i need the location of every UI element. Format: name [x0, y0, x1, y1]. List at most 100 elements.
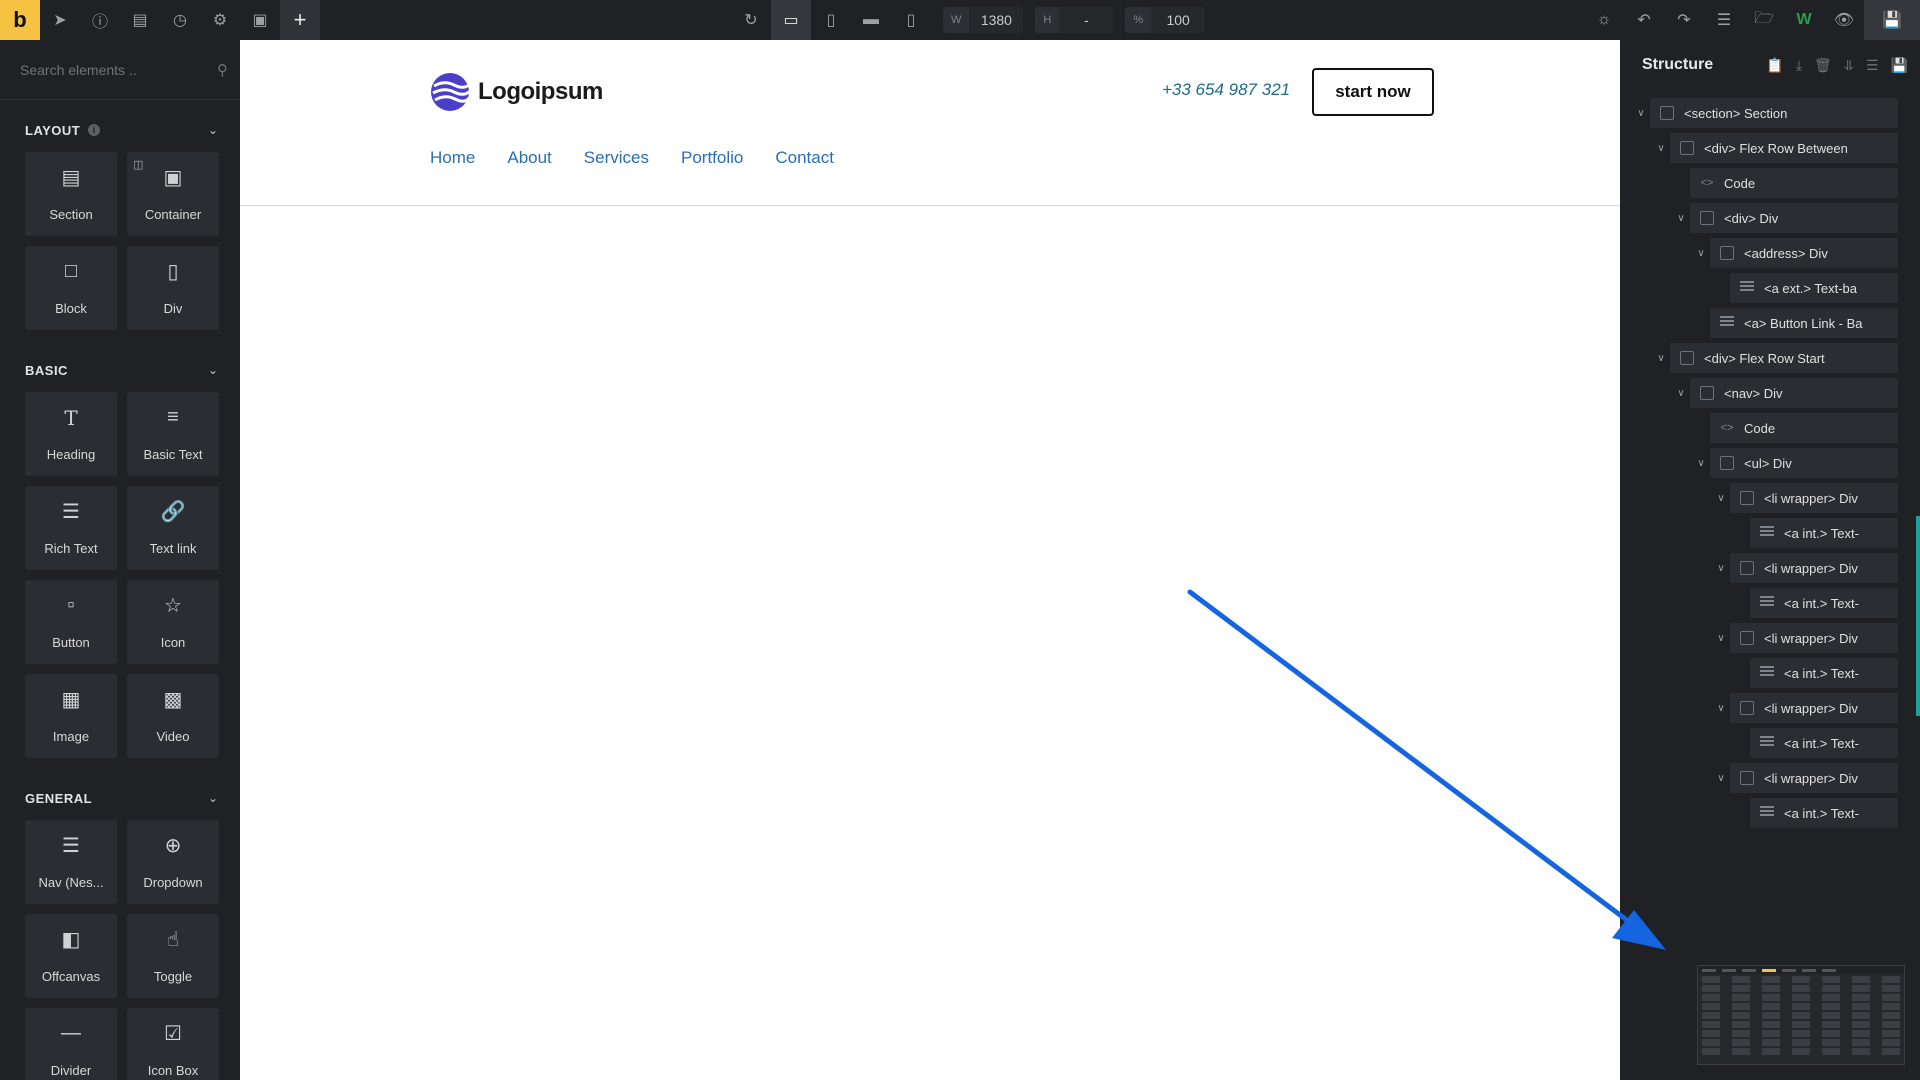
element-section[interactable]: ▤ Section — [25, 152, 117, 236]
element-text-link[interactable]: 🔗 Text link — [127, 486, 219, 570]
structure-node-box[interactable]: <div> Flex Row Between — [1670, 133, 1898, 163]
structure-node-box[interactable]: <> Code — [1690, 168, 1898, 198]
help-icon[interactable]: ⓘ — [80, 0, 120, 40]
structure-node[interactable]: ∨ <li wrapper> Div — [1620, 483, 1920, 513]
zoom-field[interactable]: % 100 — [1125, 7, 1206, 33]
structure-node[interactable]: ∨ <nav> Div — [1620, 378, 1920, 408]
element-rich-text[interactable]: ☰ Rich Text — [25, 486, 117, 570]
structure-node[interactable]: ∨ <li wrapper> Div — [1620, 553, 1920, 583]
builder-logo[interactable]: b — [0, 0, 40, 40]
search-input[interactable] — [20, 61, 200, 78]
group-general-header[interactable]: GENERAL ⌄ — [0, 776, 240, 820]
structure-node[interactable]: ∨ <li wrapper> Div — [1620, 763, 1920, 793]
structure-node[interactable]: <a int.> Text- — [1620, 728, 1920, 758]
structure-node-box[interactable]: <a int.> Text- — [1750, 518, 1898, 548]
save-icon[interactable]: 💾 — [1864, 0, 1920, 40]
nav-link-contact[interactable]: Contact — [775, 148, 834, 168]
clipboard-icon[interactable]: 📋 — [1766, 57, 1783, 74]
structure-node[interactable]: <> Code — [1620, 168, 1920, 198]
preview-eye-icon[interactable]: 👁 — [1824, 0, 1864, 40]
structure-node-box[interactable]: <div> Flex Row Start — [1670, 343, 1898, 373]
folder-icon[interactable]: 🗁 — [1744, 0, 1784, 40]
structure-node[interactable]: <a ext.> Text-ba — [1620, 273, 1920, 303]
nav-link-portfolio[interactable]: Portfolio — [681, 148, 743, 168]
tablet-portrait-icon[interactable]: ▯ — [811, 0, 851, 40]
element-image[interactable]: ▦ Image — [25, 674, 117, 758]
stack-icon[interactable]: ☰ — [1704, 0, 1744, 40]
info-icon[interactable]: i — [88, 124, 101, 136]
phone-link[interactable]: +33 654 987 321 — [1162, 80, 1290, 100]
add-element-button[interactable]: + — [280, 0, 320, 40]
theme-sun-icon[interactable]: ☼ — [1584, 0, 1624, 40]
structure-node[interactable]: ∨ <div> Flex Row Between — [1620, 133, 1920, 163]
css-icon[interactable]: ▣ — [240, 0, 280, 40]
element-icon-box[interactable]: ☑ Icon Box — [127, 1008, 219, 1080]
nav-link-services[interactable]: Services — [584, 148, 649, 168]
structure-node-box[interactable]: <a ext.> Text-ba — [1730, 273, 1898, 303]
chevron-down-icon[interactable]: ∨ — [1712, 703, 1730, 714]
structure-node[interactable]: ∨ <section> Section — [1620, 98, 1920, 128]
element-basic-text[interactable]: ≡ Basic Text — [127, 392, 219, 476]
chevron-down-icon[interactable]: ∨ — [1672, 388, 1690, 399]
chevron-down-icon[interactable]: ∨ — [1712, 493, 1730, 504]
element-block[interactable]: □ Block — [25, 246, 117, 330]
height-field[interactable]: H - — [1035, 7, 1114, 33]
structure-node-box[interactable]: <div> Div — [1690, 203, 1898, 233]
history-icon[interactable]: ◷ — [160, 0, 200, 40]
start-now-button[interactable]: start now — [1312, 68, 1434, 116]
element-heading[interactable]: T Heading — [25, 392, 117, 476]
structure-node-box[interactable]: <li wrapper> Div — [1730, 763, 1898, 793]
chevron-down-icon[interactable]: ⌄ — [208, 363, 218, 377]
chevron-down-icon[interactable]: ∨ — [1632, 108, 1650, 119]
element-container[interactable]: ◫ ▣ Container — [127, 152, 219, 236]
structure-node[interactable]: ∨ <li wrapper> Div — [1620, 693, 1920, 723]
wordpress-icon[interactable]: W — [1784, 0, 1824, 40]
width-value[interactable]: 1380 — [969, 7, 1024, 33]
structure-node-box[interactable]: <a> Button Link - Ba — [1710, 308, 1898, 338]
site-logo[interactable]: Logoipsum — [430, 72, 603, 112]
pointer-icon[interactable]: ➤ — [40, 0, 80, 40]
chevron-down-icon[interactable]: ⌄ — [208, 123, 218, 137]
element-div[interactable]: ▯ Div — [127, 246, 219, 330]
structure-node[interactable]: <a int.> Text- — [1620, 588, 1920, 618]
chevron-down-icon[interactable]: ∨ — [1692, 458, 1710, 469]
settings-gear-icon[interactable]: ⚙ — [200, 0, 240, 40]
element-nav-nestable[interactable]: ☰ Nav (Nes... — [25, 820, 117, 904]
structure-node-box[interactable]: <a int.> Text- — [1750, 588, 1898, 618]
chevron-down-icon[interactable]: ∨ — [1652, 353, 1670, 364]
element-icon[interactable]: ☆ Icon — [127, 580, 219, 664]
pages-icon[interactable]: ▤ — [120, 0, 160, 40]
structure-node[interactable]: <a int.> Text- — [1620, 658, 1920, 688]
expand-icon[interactable]: ⥥ — [1844, 57, 1854, 74]
structure-node-box[interactable]: <li wrapper> Div — [1730, 483, 1898, 513]
chevron-down-icon[interactable]: ⌄ — [208, 791, 218, 805]
structure-node[interactable]: <a> Button Link - Ba — [1620, 308, 1920, 338]
element-dropdown[interactable]: ⊕ Dropdown — [127, 820, 219, 904]
chevron-down-icon[interactable]: ∨ — [1652, 143, 1670, 154]
structure-node-box[interactable]: <li wrapper> Div — [1730, 623, 1898, 653]
chevron-down-icon[interactable]: ∨ — [1712, 633, 1730, 644]
zoom-value[interactable]: 100 — [1151, 7, 1206, 33]
chevron-down-icon[interactable]: ∨ — [1692, 248, 1710, 259]
structure-node-box[interactable]: <a int.> Text- — [1750, 728, 1898, 758]
builder-canvas[interactable]: Logoipsum +33 654 987 321 start now Home… — [240, 40, 1620, 1080]
element-video[interactable]: ▩ Video — [127, 674, 219, 758]
nav-link-home[interactable]: Home — [430, 148, 475, 168]
structure-node-box[interactable]: <ul> Div — [1710, 448, 1898, 478]
mobile-portrait-icon[interactable]: ▯ — [891, 0, 931, 40]
structure-node[interactable]: ∨ <div> Div — [1620, 203, 1920, 233]
redo-icon[interactable]: ↷ — [1664, 0, 1704, 40]
structure-node-box[interactable]: <section> Section — [1650, 98, 1898, 128]
save-template-icon[interactable]: 💾 — [1891, 57, 1908, 74]
structure-node[interactable]: <> Code — [1620, 413, 1920, 443]
group-layout-header[interactable]: LAYOUT i ⌄ — [0, 108, 240, 152]
structure-node[interactable]: <a int.> Text- — [1620, 798, 1920, 828]
element-divider[interactable]: — Divider — [25, 1008, 117, 1080]
structure-node-box[interactable]: <address> Div — [1710, 238, 1898, 268]
structure-node[interactable]: ∨ <li wrapper> Div — [1620, 623, 1920, 653]
desktop-breakpoint-icon[interactable]: ▭ — [771, 0, 811, 40]
scrollbar[interactable] — [1916, 516, 1920, 716]
height-value[interactable]: - — [1059, 7, 1114, 33]
site-header[interactable]: Logoipsum +33 654 987 321 start now Home… — [240, 40, 1620, 206]
structure-node[interactable]: ∨ <address> Div — [1620, 238, 1920, 268]
